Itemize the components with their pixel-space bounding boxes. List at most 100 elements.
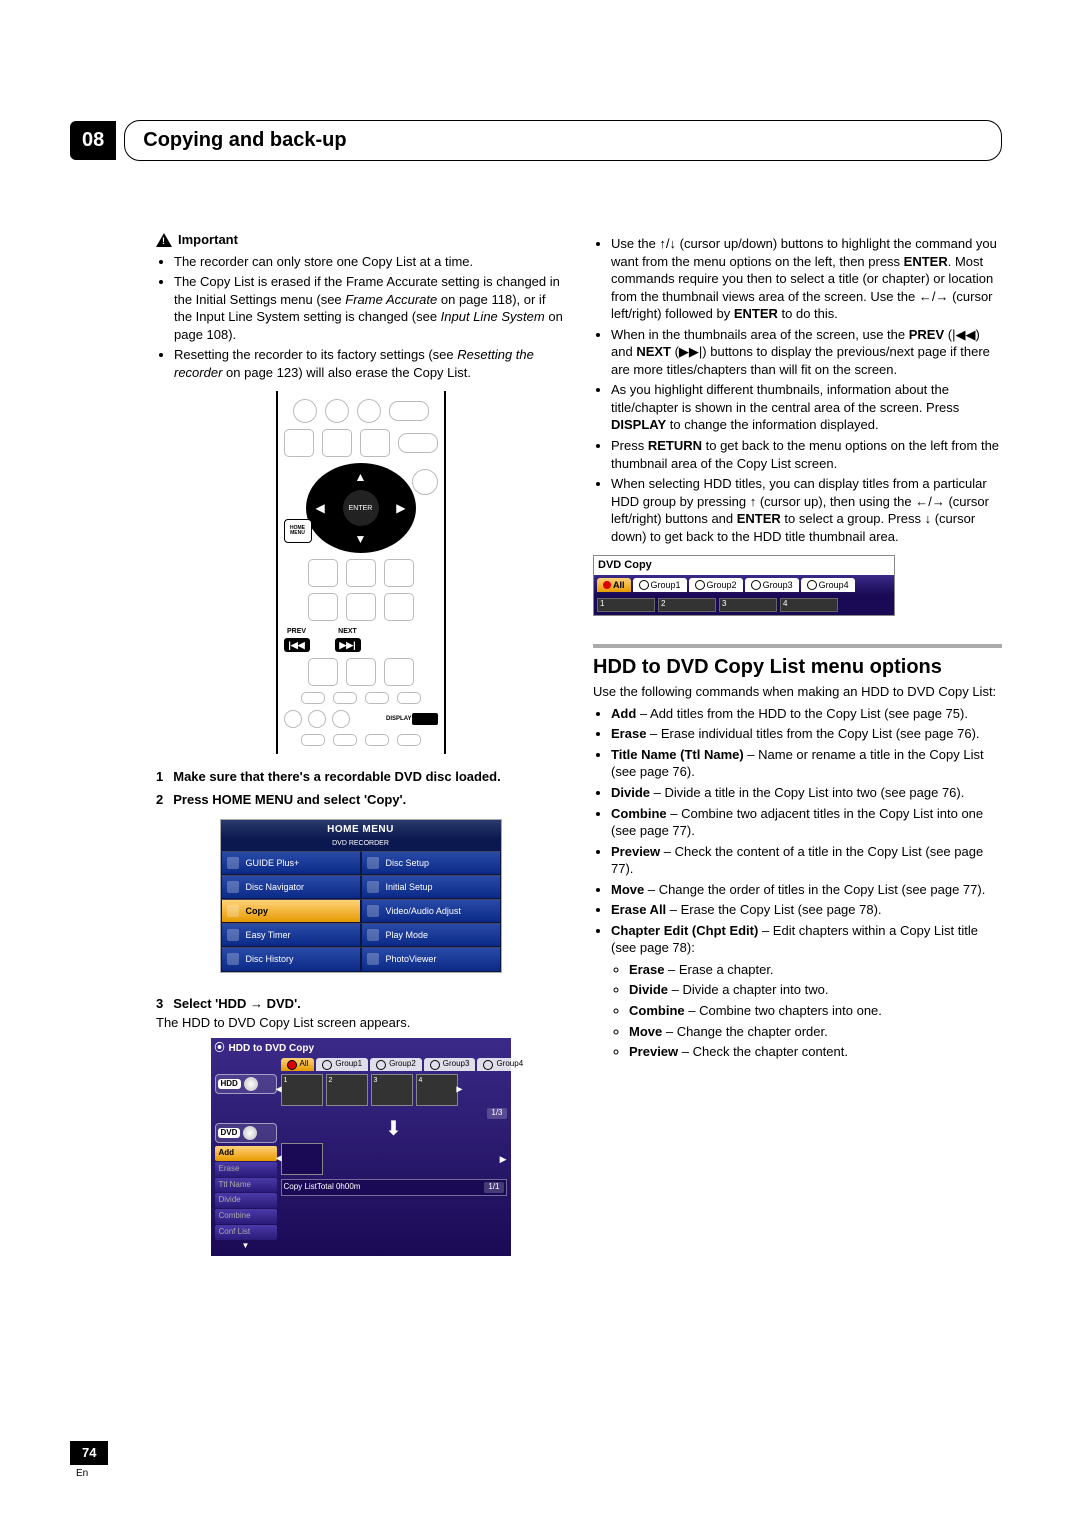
menu-option-subitem: Combine – Combine two chapters into one. xyxy=(629,1002,1002,1020)
warning-icon xyxy=(156,233,172,247)
usage-item: Use the ↑/↓ (cursor up/down) buttons to … xyxy=(611,235,1002,323)
hdd-slot: HDD xyxy=(215,1074,277,1094)
copy-list-page: 1/1 xyxy=(484,1182,503,1193)
home-menu-item: Video/Audio Adjust xyxy=(361,899,501,923)
display-label: DISPLAY xyxy=(386,715,411,723)
tab-group: Group4 xyxy=(477,1058,529,1071)
thumbnail: 4▶ xyxy=(416,1074,458,1106)
tab-group: Group2 xyxy=(689,578,743,592)
step-2: 2Press HOME MENU and select 'Copy'. xyxy=(156,791,565,809)
return-button xyxy=(412,469,438,495)
home-menu-subtitle: DVD RECORDER xyxy=(221,839,501,850)
down-arrow-icon: ▼ xyxy=(355,531,367,547)
copy-menu-add: Add xyxy=(215,1146,277,1161)
chapter-number-badge: 08 xyxy=(70,121,116,160)
display-button xyxy=(412,713,438,725)
dvd-copy-tabs-figure: DVD Copy All Group1 Group2 Group3 Group4… xyxy=(593,555,895,616)
down-arrow-icon: ⬇ xyxy=(281,1119,507,1139)
tab-group: Group3 xyxy=(745,578,799,592)
thumbnail: 4 xyxy=(780,598,838,612)
tab-group: Group4 xyxy=(801,578,855,592)
dvd-copy-label: DVD Copy xyxy=(594,556,894,575)
menu-option-subitem: Erase – Erase a chapter. xyxy=(629,961,1002,979)
menu-option-item: Title Name (Ttl Name) – Name or rename a… xyxy=(611,746,1002,781)
step-3-description: The HDD to DVD Copy List screen appears. xyxy=(156,1014,565,1032)
thumbnail: 2 xyxy=(326,1074,368,1106)
home-menu-item: Disc Setup xyxy=(361,851,501,875)
enter-button: ENTER xyxy=(343,490,379,526)
dvd-slot: DVD xyxy=(215,1123,277,1143)
home-menu-item: Easy Timer xyxy=(221,923,361,947)
usage-item: Press RETURN to get back to the menu opt… xyxy=(611,437,1002,472)
home-menu-item: Initial Setup xyxy=(361,875,501,899)
menu-option-item: Combine – Combine two adjacent titles in… xyxy=(611,805,1002,840)
important-heading: Important xyxy=(156,231,565,249)
copy-menu-item: Divide xyxy=(215,1193,277,1208)
important-item: The Copy List is erased if the Frame Acc… xyxy=(174,273,565,343)
copy-menu-item: Ttl Name xyxy=(215,1178,277,1193)
copy-menu-item: Conf List xyxy=(215,1225,277,1240)
menu-option-subitem: Move – Change the chapter order. xyxy=(629,1023,1002,1041)
tab-group: Group1 xyxy=(633,578,687,592)
home-menu-item-copy: Copy xyxy=(221,899,361,923)
section-heading: HDD to DVD Copy List menu options xyxy=(593,644,1002,681)
thumbnail: 3 xyxy=(719,598,777,612)
section-intro: Use the following commands when making a… xyxy=(593,683,1002,701)
copy-list-label: Copy List xyxy=(284,1182,317,1193)
important-item: Resetting the recorder to its factory se… xyxy=(174,346,565,381)
next-button: NEXT▶▶| xyxy=(335,627,361,651)
home-menu-item: Disc Navigator xyxy=(221,875,361,899)
thumbnail: 3 xyxy=(371,1074,413,1106)
copy-menu-item: Combine xyxy=(215,1209,277,1224)
menu-option-item: Preview – Check the content of a title i… xyxy=(611,843,1002,878)
menu-option-item: Divide – Divide a title in the Copy List… xyxy=(611,784,1002,802)
step-3: 3Select 'HDD → DVD'. xyxy=(156,995,565,1013)
hdd-to-dvd-copy-figure: ⦿HDD to DVD Copy All Group1 Group2 Group… xyxy=(211,1038,511,1256)
menu-options-list: Add – Add titles from the HDD to the Cop… xyxy=(593,705,1002,1061)
chapter-title: Copying and back-up xyxy=(124,120,1002,161)
home-menu-item: PhotoViewer xyxy=(361,947,501,971)
important-label: Important xyxy=(178,231,238,249)
right-column: Use the ↑/↓ (cursor up/down) buttons to … xyxy=(593,231,1002,1266)
usage-item: When selecting HDD titles, you can displ… xyxy=(611,475,1002,545)
thumbnail-empty: ◀ xyxy=(281,1143,323,1175)
language-label: En xyxy=(76,1467,108,1481)
home-menu-item: Play Mode xyxy=(361,923,501,947)
menu-option-item: Move – Change the order of titles in the… xyxy=(611,881,1002,899)
menu-option-subitem: Divide – Divide a chapter into two. xyxy=(629,981,1002,999)
thumbnail: 2 xyxy=(658,598,716,612)
left-arrow-icon: ◀ xyxy=(316,500,325,516)
up-arrow-icon: ▲ xyxy=(355,469,367,485)
tab-all: All xyxy=(281,1058,315,1071)
tab-group: Group1 xyxy=(316,1058,368,1071)
usage-list: Use the ↑/↓ (cursor up/down) buttons to … xyxy=(593,235,1002,545)
usage-item: When in the thumbnails area of the scree… xyxy=(611,326,1002,379)
home-menu-item: GUIDE Plus+ xyxy=(221,851,361,875)
important-list: The recorder can only store one Copy Lis… xyxy=(156,253,565,382)
menu-option-item: Erase All – Erase the Copy List (see pag… xyxy=(611,901,1002,919)
home-menu-item: Disc History xyxy=(221,947,361,971)
home-menu-title: HOME MENU xyxy=(221,820,501,840)
tab-group: Group2 xyxy=(370,1058,422,1071)
page-footer: 74 En xyxy=(70,1441,108,1480)
step-1: 1Make sure that there's a recordable DVD… xyxy=(156,768,565,786)
menu-option-item: Chapter Edit (Chpt Edit) – Edit chapters… xyxy=(611,922,1002,1061)
left-column: Important The recorder can only store on… xyxy=(70,231,565,1266)
home-menu-button: HOME MENU xyxy=(284,519,312,543)
copy-total: Total 0h00m xyxy=(317,1182,361,1193)
page-number: 74 xyxy=(70,1441,108,1465)
home-menu-figure: HOME MENU DVD RECORDER GUIDE Plus+ Disc … xyxy=(220,819,502,973)
thumbnail: 1 xyxy=(597,598,655,612)
menu-option-subitem: Preview – Check the chapter content. xyxy=(629,1043,1002,1061)
copy-menu-item: Erase xyxy=(215,1162,277,1177)
menu-option-item: Add – Add titles from the HDD to the Cop… xyxy=(611,705,1002,723)
remote-control-figure: ▲ ▼ ◀ ▶ ENTER HOME MENU PREV|◀◀ NEXT▶▶| xyxy=(276,391,446,753)
menu-option-item: Erase – Erase individual titles from the… xyxy=(611,725,1002,743)
usage-item: As you highlight different thumbnails, i… xyxy=(611,381,1002,434)
chapter-header: 08 Copying and back-up xyxy=(70,120,1002,161)
thumb-page-counter: 1/3 xyxy=(487,1108,506,1119)
important-item: The recorder can only store one Copy Lis… xyxy=(174,253,565,271)
tab-all: All xyxy=(597,578,631,592)
thumbnail: 1◀ xyxy=(281,1074,323,1106)
prev-button: PREV|◀◀ xyxy=(284,627,310,651)
